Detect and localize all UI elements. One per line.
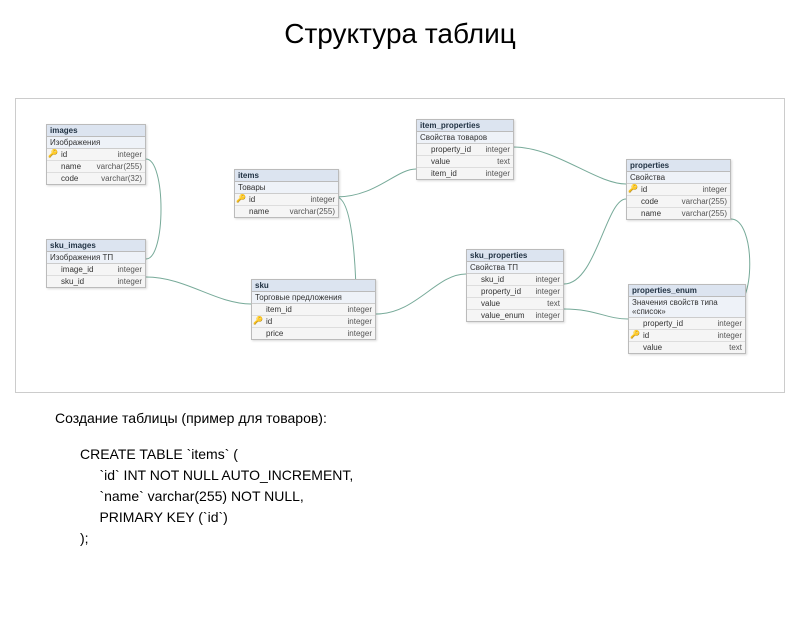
table-item-properties: item_properties Свойства товаров propert… (416, 119, 514, 180)
table-subtitle: Значения свойств типа «список» (629, 297, 745, 318)
key-icon: 🔑 (47, 149, 59, 160)
table-subtitle: Товары (235, 182, 338, 194)
table-name: items (235, 170, 338, 182)
key-icon: 🔑 (629, 330, 641, 341)
table-name: sku_images (47, 240, 145, 252)
table-subtitle: Свойства товаров (417, 132, 513, 144)
table-subtitle: Свойства ТП (467, 262, 563, 274)
key-icon: 🔑 (235, 194, 247, 205)
table-sku-images: sku_images Изображения ТП image_idintege… (46, 239, 146, 288)
table-name: item_properties (417, 120, 513, 132)
sql-code-block: CREATE TABLE `items` ( `id` INT NOT NULL… (80, 444, 353, 549)
table-name: properties (627, 160, 730, 172)
table-subtitle: Изображения (47, 137, 145, 149)
table-subtitle: Изображения ТП (47, 252, 145, 264)
sql-caption: Создание таблицы (пример для товаров): (55, 410, 327, 426)
diagram-canvas: images Изображения 🔑idinteger namevarcha… (15, 98, 785, 393)
key-icon: 🔑 (627, 184, 639, 195)
slide-title: Структура таблиц (0, 18, 800, 50)
table-name: sku_properties (467, 250, 563, 262)
table-subtitle: Свойства (627, 172, 730, 184)
table-properties-enum: properties_enum Значения свойств типа «с… (628, 284, 746, 354)
table-properties: properties Свойства 🔑idinteger codevarch… (626, 159, 731, 220)
table-subtitle: Торговые предложения (252, 292, 375, 304)
key-icon: 🔑 (252, 316, 264, 327)
table-sku: sku Торговые предложения item_idinteger … (251, 279, 376, 340)
table-sku-properties: sku_properties Свойства ТП sku_idinteger… (466, 249, 564, 322)
table-items: items Товары 🔑idinteger namevarchar(255) (234, 169, 339, 218)
table-name: sku (252, 280, 375, 292)
table-name: images (47, 125, 145, 137)
table-name: properties_enum (629, 285, 745, 297)
table-images: images Изображения 🔑idinteger namevarcha… (46, 124, 146, 185)
